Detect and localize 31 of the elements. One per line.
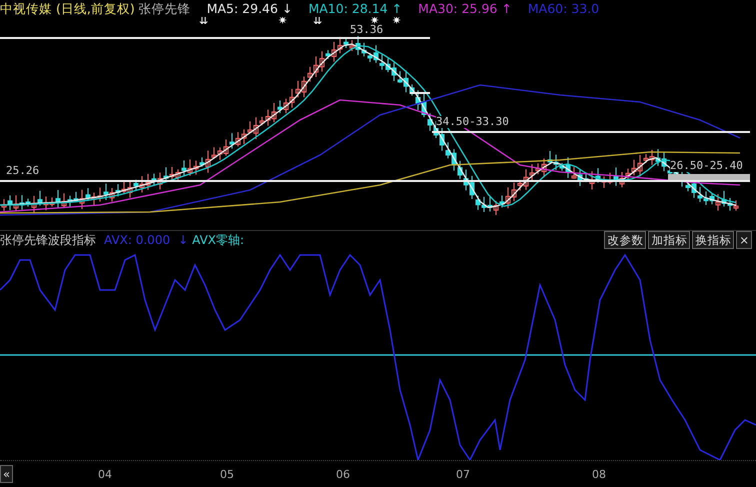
indicator-name: 张停先锋 (138, 1, 191, 16)
stock-name: 中视传媒 (0, 1, 52, 16)
avx-value: AVX: 0.000 (104, 232, 170, 249)
trend-arrow: ↑ (392, 1, 402, 16)
ma-label: MA60: 33.0 (528, 1, 600, 16)
toolbar-button[interactable]: 加指标 (648, 231, 690, 249)
close-button[interactable]: × (736, 231, 752, 249)
period-label: (日线,前复权) (54, 1, 135, 16)
price-label: 34.50-33.30 (436, 116, 509, 128)
price-level-line (410, 92, 430, 94)
month-label: 06 (336, 467, 350, 483)
trend-arrow: ↑ (501, 1, 512, 16)
month-label: 07 (456, 467, 470, 483)
trend-arrow: ↓ (282, 1, 292, 16)
avx-zero-label: AVX零轴: (192, 232, 244, 249)
ma-label: MA10: 28.14 (308, 1, 388, 16)
indicator-title: 张停先锋波段指标 (0, 232, 96, 249)
toolbar-button[interactable]: 换指标 (692, 231, 734, 249)
scroll-left-button[interactable]: « (0, 465, 14, 483)
price-label: 25.26 (6, 165, 40, 177)
signal-marker: ✷ (392, 15, 402, 27)
month-label: 04 (98, 467, 112, 483)
trend-arrow: ↓ (178, 232, 188, 249)
ma-label: MA30: 25.96 (418, 1, 498, 16)
price-label: 53.36 (350, 24, 384, 36)
month-label: 05 (220, 467, 234, 483)
price-label: 26.50-25.40 (670, 160, 743, 172)
ma-label: MA5: 29.46 (206, 1, 278, 16)
month-label: 08 (592, 467, 606, 483)
signal-marker: ✷ (278, 15, 288, 27)
toolbar-button[interactable]: 改参数 (604, 231, 646, 249)
